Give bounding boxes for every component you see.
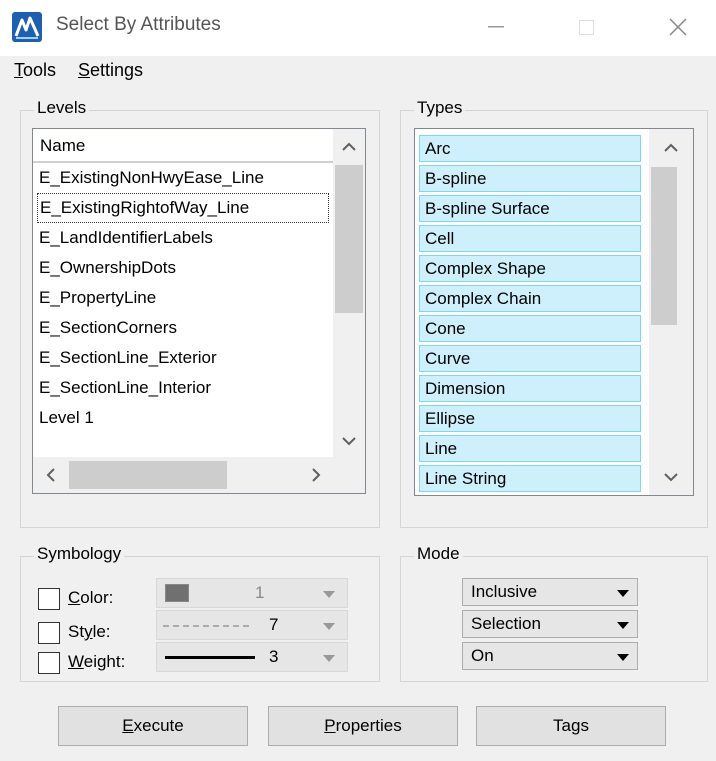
properties-mnemonic: P	[324, 716, 336, 735]
scroll-down-icon[interactable]	[649, 459, 693, 495]
chevron-down-icon	[617, 622, 629, 629]
levels-column-header-label: Name	[40, 136, 86, 155]
type-item-cell[interactable]: Cell	[419, 225, 641, 252]
level-row[interactable]: E_SectionLine_Exterior	[39, 343, 217, 373]
levels-horizontal-scrollbar[interactable]	[33, 457, 333, 493]
scroll-left-icon[interactable]	[33, 457, 67, 493]
style-label: Style:	[68, 622, 111, 641]
scroll-up-icon[interactable]	[333, 129, 365, 163]
tags-label-start: Ta	[553, 716, 571, 735]
levels-column-header[interactable]: Name	[33, 129, 333, 163]
menu-bar: Tools Settings	[0, 56, 716, 86]
weight-checkbox[interactable]	[38, 652, 60, 674]
types-vertical-scroll-thumb[interactable]	[651, 167, 677, 325]
chevron-down-icon	[617, 590, 629, 597]
types-vertical-scrollbar[interactable]	[649, 129, 693, 495]
mode-on-dropdown[interactable]: On	[462, 642, 638, 670]
type-item-complex-chain[interactable]: Complex Chain	[419, 285, 641, 312]
menu-tools-rest: ools	[23, 60, 57, 80]
weight-label-mnemonic: W	[68, 652, 84, 671]
execute-label-rest: xecute	[133, 716, 184, 735]
color-label: Color:	[68, 588, 114, 607]
mode-group-label: Mode	[414, 544, 463, 564]
level-row-focused[interactable]: E_ExistingRightofWay_Line	[37, 193, 329, 223]
weight-label: Weight:	[68, 652, 126, 671]
chevron-down-icon	[323, 655, 335, 662]
level-row[interactable]: E_SectionCorners	[39, 313, 177, 343]
type-item-ellipse[interactable]: Ellipse	[419, 405, 641, 432]
maximize-button[interactable]	[566, 10, 606, 44]
menu-settings-mnemonic: S	[78, 60, 91, 80]
type-item-dimension[interactable]: Dimension	[419, 375, 641, 402]
level-row[interactable]: E_PropertyLine	[39, 283, 156, 313]
color-value: 1	[255, 583, 265, 602]
types-listbox[interactable]: Arc B-spline B-spline Surface Cell Compl…	[414, 128, 694, 496]
type-item-curve[interactable]: Curve	[419, 345, 641, 372]
type-item-line[interactable]: Line	[419, 435, 641, 462]
levels-group-label: Levels	[34, 98, 90, 118]
menu-settings[interactable]: Settings	[78, 60, 143, 81]
type-item-b-spline-surface[interactable]: B-spline Surface	[419, 195, 641, 222]
properties-label-rest: roperties	[335, 716, 402, 735]
scrollbar-corner	[333, 457, 365, 493]
types-group-label: Types	[414, 98, 466, 118]
close-button[interactable]	[658, 10, 698, 44]
levels-horizontal-scroll-thumb[interactable]	[69, 461, 227, 489]
mode-selection-value: Selection	[471, 614, 541, 633]
color-swatch-icon	[165, 584, 189, 602]
symbology-group-label: Symbology	[34, 544, 125, 564]
mode-selection-dropdown[interactable]: Selection	[462, 610, 638, 638]
tags-button[interactable]: Ta g s	[476, 706, 666, 746]
chevron-down-icon	[323, 591, 335, 598]
levels-vertical-scrollbar[interactable]	[333, 129, 365, 457]
style-dropdown: 7	[156, 610, 348, 640]
level-row[interactable]: E_SectionLine_Interior	[39, 373, 211, 403]
properties-button[interactable]: Properties	[268, 706, 458, 746]
scroll-right-icon[interactable]	[299, 457, 333, 493]
execute-button[interactable]: Execute	[58, 706, 248, 746]
level-row[interactable]: E_ExistingNonHwyEase_Line	[39, 163, 264, 193]
type-item-line-string[interactable]: Line String	[419, 465, 641, 492]
weight-value: 3	[269, 647, 279, 666]
menu-settings-rest: ettings	[90, 60, 144, 80]
mode-inclusive-value: Inclusive	[471, 582, 538, 601]
type-item-complex-shape[interactable]: Complex Shape	[419, 255, 641, 282]
execute-mnemonic: E	[122, 716, 134, 735]
menu-tools-mnemonic: T	[14, 60, 23, 80]
menu-tools[interactable]: Tools	[14, 60, 56, 81]
level-row[interactable]: Level 1	[39, 403, 94, 433]
style-value: 7	[269, 615, 279, 634]
window-title: Select By Attributes	[56, 14, 221, 35]
title-bar: Select By Attributes	[0, 0, 716, 56]
color-checkbox[interactable]	[38, 588, 60, 610]
chevron-down-icon	[323, 623, 335, 630]
dashed-line-icon	[163, 625, 251, 627]
style-checkbox[interactable]	[38, 622, 60, 644]
color-dropdown: 1	[156, 578, 348, 608]
weight-dropdown: 3	[156, 642, 348, 672]
minimize-button[interactable]	[476, 10, 516, 44]
type-item-arc[interactable]: Arc	[419, 135, 641, 162]
scroll-up-icon[interactable]	[649, 129, 693, 165]
tags-mnemonic: g	[571, 716, 581, 735]
levels-listbox[interactable]: Name E_ExistingNonHwyEase_Line E_Existin…	[32, 128, 366, 494]
chevron-down-icon	[617, 654, 629, 661]
type-item-b-spline[interactable]: B-spline	[419, 165, 641, 192]
levels-vertical-scroll-thumb[interactable]	[335, 165, 363, 313]
mode-on-value: On	[471, 646, 494, 665]
solid-line-icon	[165, 656, 255, 659]
level-row[interactable]: E_LandIdentifierLabels	[39, 223, 213, 253]
app-icon	[12, 12, 42, 42]
style-label-mnemonic: y	[84, 622, 93, 641]
color-label-mnemonic: C	[68, 588, 81, 607]
type-item-cone[interactable]: Cone	[419, 315, 641, 342]
tags-label-rest: s	[580, 716, 589, 735]
mode-inclusive-dropdown[interactable]: Inclusive	[462, 578, 638, 606]
level-row[interactable]: E_OwnershipDots	[39, 253, 176, 283]
scroll-down-icon[interactable]	[333, 425, 365, 457]
